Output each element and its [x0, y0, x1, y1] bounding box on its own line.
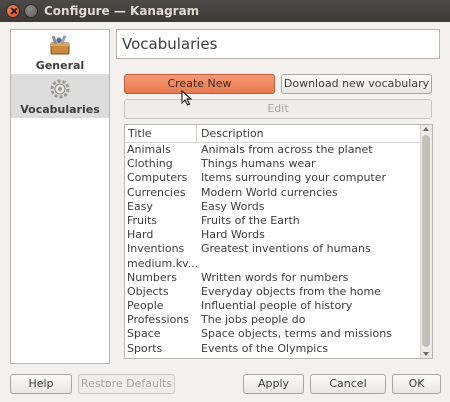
list-item[interactable]: Objects Everyday objects from the home — [125, 285, 422, 299]
sidebar-item-general[interactable]: General — [11, 30, 109, 74]
list-item[interactable]: Animals Animals from across the planet — [125, 143, 422, 157]
download-vocabulary-button[interactable]: Download new vocabulary — [281, 74, 432, 94]
page-heading-box: Vocabularies — [116, 29, 440, 59]
vocabulary-title: Easy — [127, 199, 153, 213]
apply-label: Apply — [257, 377, 290, 390]
sidebar-item-label: Vocabularies — [20, 103, 100, 116]
vocabulary-title: Computers — [127, 171, 188, 185]
vocabulary-title: Animals — [127, 143, 171, 156]
restore-defaults-label: Restore Defaults — [80, 377, 173, 390]
vocabulary-description: Everyday objects from the home — [201, 284, 381, 298]
vocabulary-title: Clothing — [127, 157, 173, 171]
vocabulary-description: Things humans wear — [201, 157, 316, 171]
sidebar: General Vocabularies — [10, 29, 110, 364]
list-item[interactable]: Inventions Greatest inventions of humans — [125, 242, 422, 256]
download-label: Download new vocabulary — [283, 77, 430, 90]
column-header-title[interactable]: Title — [125, 125, 197, 143]
vocabulary-title: Sports — [127, 341, 163, 355]
apply-button[interactable]: Apply — [243, 374, 304, 394]
vocabulary-title: Hard — [127, 228, 154, 242]
vocabulary-title: Fruits — [127, 213, 158, 227]
sidebar-item-label: General — [35, 59, 85, 72]
ok-button[interactable]: OK — [392, 374, 441, 394]
vocabulary-description: The jobs people do — [201, 313, 306, 327]
list-item[interactable]: Space Space objects, terms and missions — [125, 327, 422, 341]
vocabulary-title: medium.kv... — [127, 256, 197, 270]
vocabulary-title: Currencies — [127, 185, 186, 199]
vocabulary-description: Items surrounding your computer — [201, 171, 387, 185]
help-button[interactable]: Help — [10, 374, 72, 394]
vertical-scrollbar[interactable] — [420, 125, 432, 358]
mouse-pointer-icon — [181, 90, 193, 106]
ok-label: OK — [408, 377, 425, 390]
vocabulary-list[interactable]: Title Description Animals Animals from ac… — [124, 124, 433, 359]
edit-button[interactable]: Edit — [124, 99, 432, 119]
cancel-button[interactable]: Cancel — [310, 374, 386, 394]
scrollbar-thumb[interactable] — [422, 135, 430, 347]
list-item[interactable]: Currencies Modern World currencies — [125, 186, 422, 200]
list-item[interactable]: Computers Items surrounding your computer — [125, 171, 422, 185]
vocabulary-description: Space objects, terms and missions — [201, 327, 392, 341]
list-item[interactable]: medium.kv... — [125, 257, 422, 271]
scroll-up-icon[interactable] — [423, 127, 429, 131]
cancel-label: Cancel — [329, 377, 367, 390]
list-item[interactable]: Numbers Written words for numbers — [125, 271, 422, 285]
list-item[interactable]: Professions The jobs people do — [125, 313, 422, 327]
sidebar-item-vocabularies[interactable]: Vocabularies — [11, 74, 109, 118]
create-new-button[interactable]: Create New — [124, 74, 275, 94]
window-title: Configure — Kanagram — [44, 4, 200, 18]
list-item[interactable]: Sports Events of the Olympics — [125, 342, 422, 356]
vocabulary-description: Easy Words — [201, 199, 265, 213]
toolbox-icon — [50, 34, 70, 55]
minimize-window-button[interactable] — [24, 4, 38, 18]
list-item[interactable]: Hard Hard Words — [125, 228, 422, 242]
vocabulary-description: Animals from across the planet — [201, 143, 373, 156]
vocabulary-title: Objects — [127, 284, 169, 298]
vocabulary-title: Professions — [127, 313, 190, 327]
list-rows: Animals Animals from across the planet Clo… — [125, 143, 422, 356]
edit-label: Edit — [267, 102, 289, 115]
list-item[interactable]: People Influential people of history — [125, 299, 422, 313]
vocabulary-description: Modern World currencies — [201, 185, 338, 199]
gears-icon — [50, 79, 70, 99]
restore-defaults-button[interactable]: Restore Defaults — [78, 374, 175, 394]
list-item[interactable]: Clothing Things humans wear — [125, 157, 422, 171]
help-label: Help — [28, 377, 54, 390]
vocabulary-description: Greatest inventions of humans — [201, 242, 371, 256]
column-header-description[interactable]: Description — [197, 125, 422, 143]
page-title: Vocabularies — [122, 35, 218, 53]
vocabulary-title: Inventions — [127, 242, 185, 256]
create-new-label: Create New — [167, 77, 232, 90]
vocabulary-title: Numbers — [127, 270, 177, 284]
vocabulary-title: Space — [127, 327, 161, 341]
list-item[interactable]: Easy Easy Words — [125, 200, 422, 214]
vocabulary-description: Hard Words — [201, 228, 265, 242]
vocabulary-description: Events of the Olympics — [201, 341, 329, 355]
vocabulary-description: Influential people of history — [201, 299, 353, 313]
title-bar: Configure — Kanagram — [0, 0, 450, 22]
close-window-button[interactable] — [6, 4, 20, 18]
scroll-down-icon[interactable] — [423, 352, 429, 356]
list-item[interactable]: Fruits Fruits of the Earth — [125, 214, 422, 228]
vocabulary-description: Fruits of the Earth — [201, 213, 300, 227]
vocabulary-description: Written words for numbers — [201, 270, 349, 284]
vocabulary-title: People — [127, 299, 164, 313]
